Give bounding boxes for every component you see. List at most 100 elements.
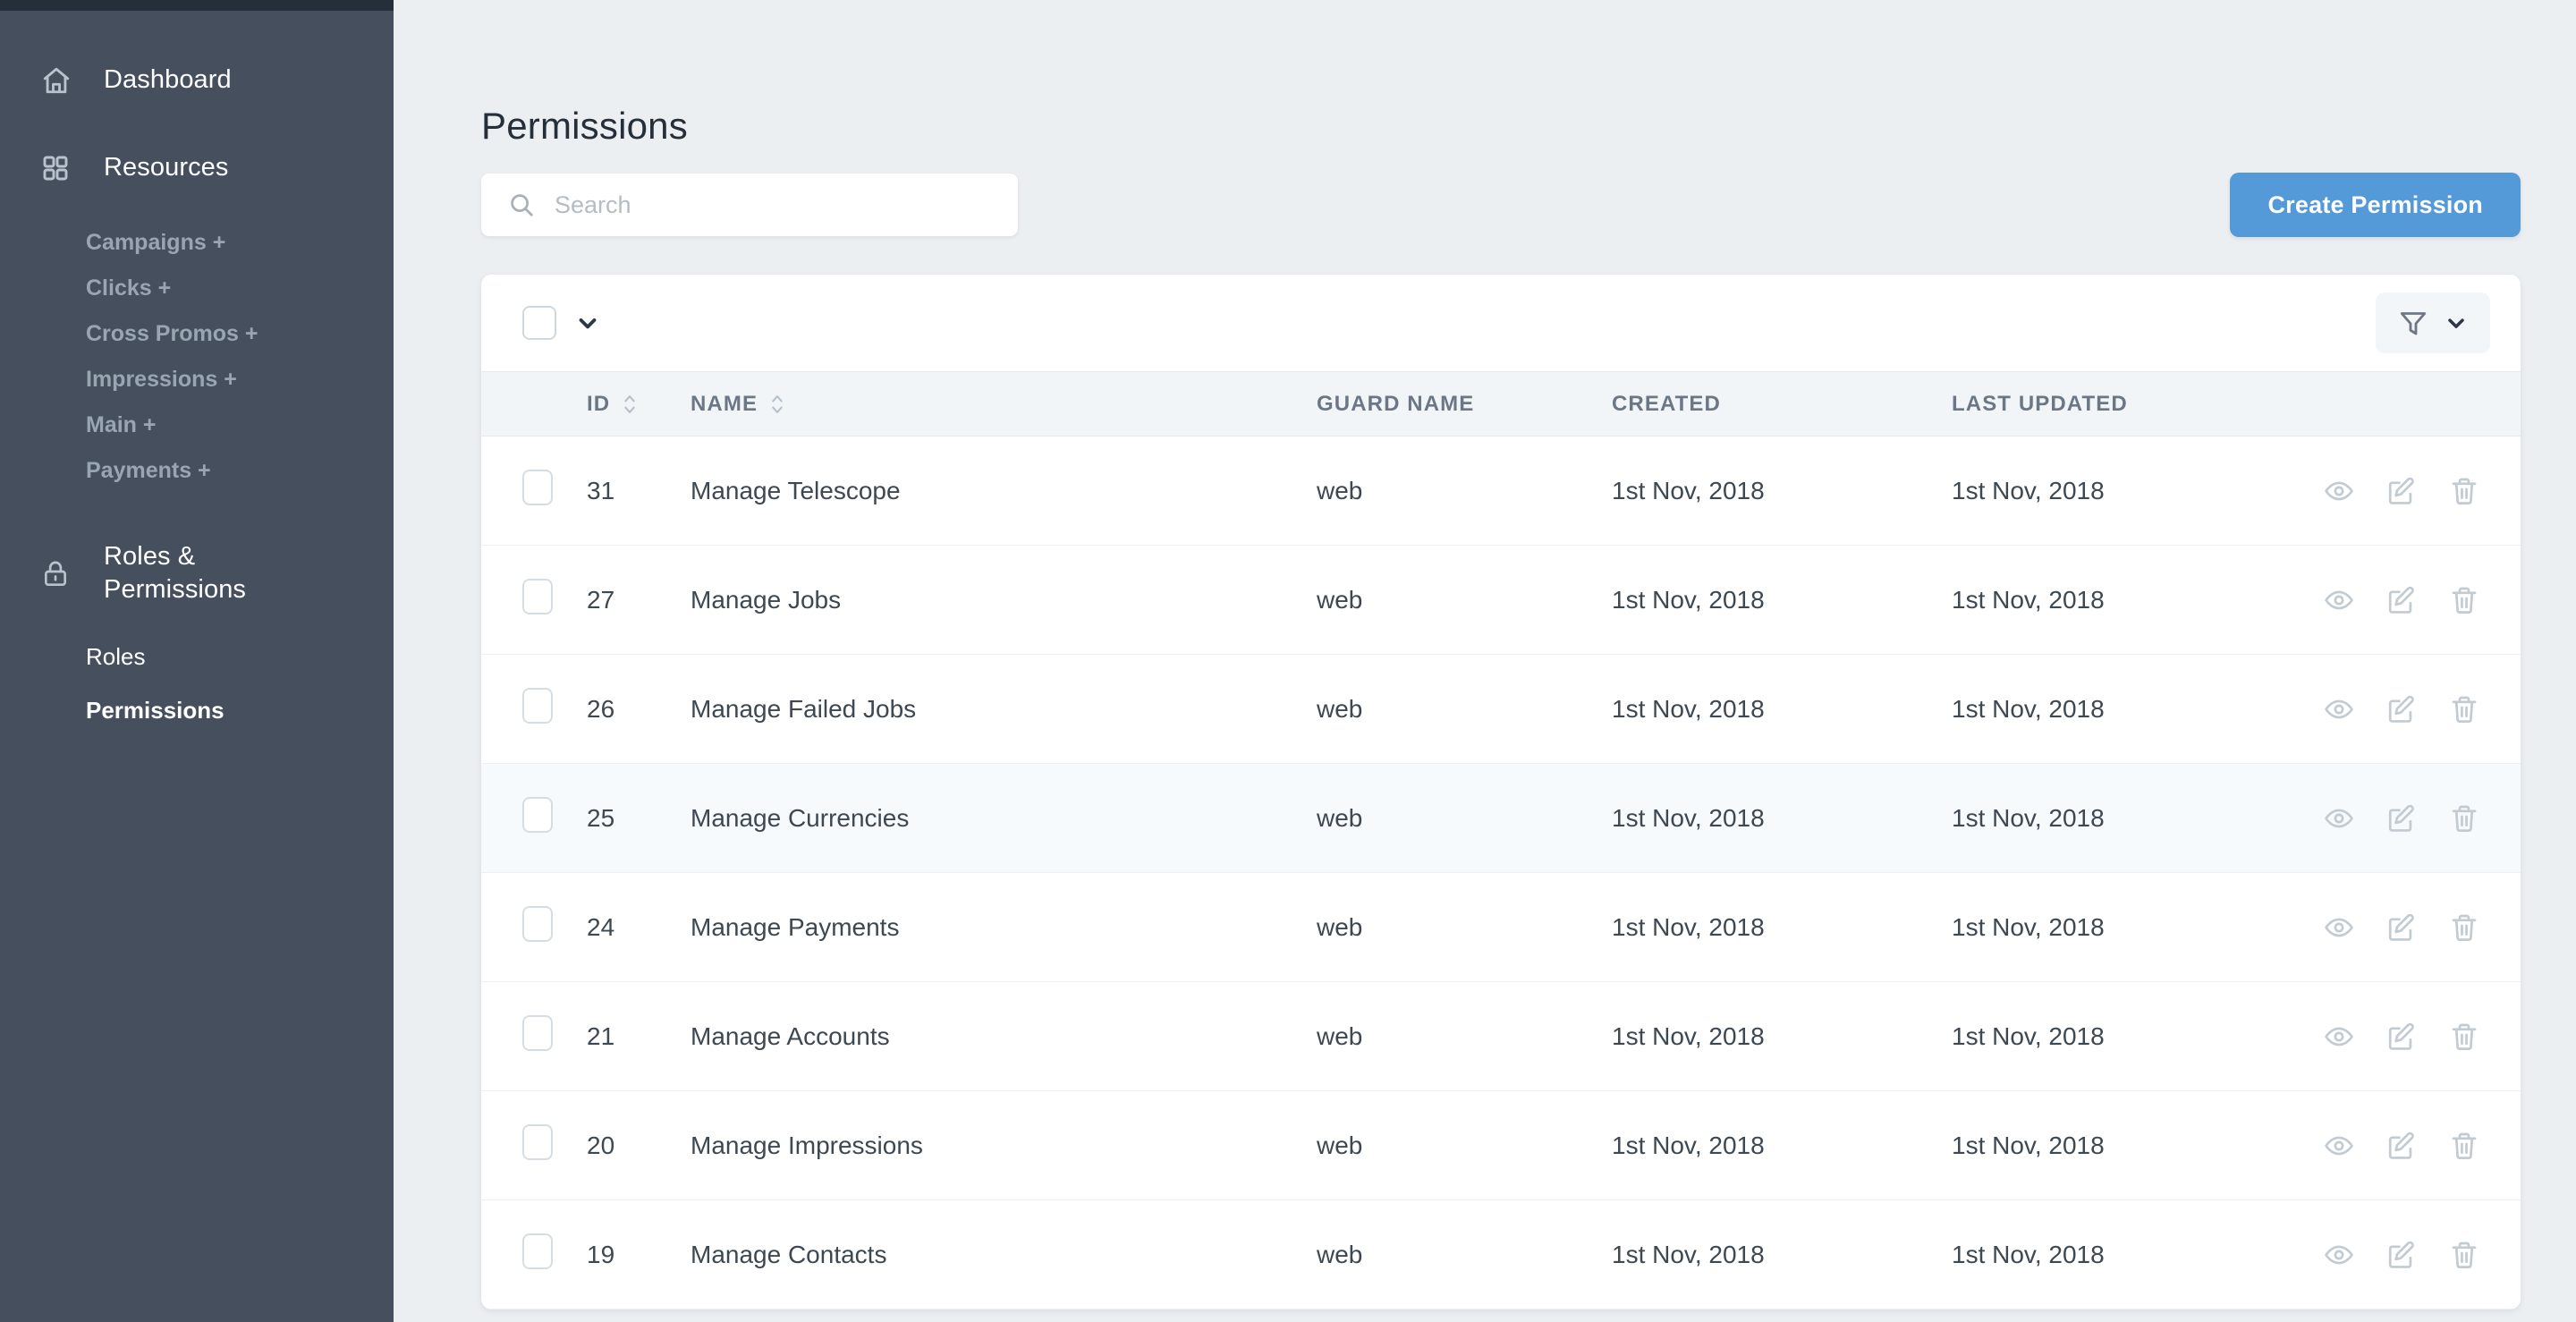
cell-id: 27	[587, 546, 691, 655]
table-header-row: ID NAME	[481, 372, 2521, 436]
delete-icon[interactable]	[2449, 1131, 2479, 1161]
sidebar-item-impressions[interactable]: Impressions +	[86, 357, 394, 403]
table-toolbar	[481, 275, 2521, 371]
cell-guard-name: web	[1317, 546, 1612, 655]
edit-icon[interactable]	[2386, 803, 2417, 834]
sidebar-item-roles-and-permissions[interactable]: Roles & Permissions	[0, 540, 394, 606]
delete-icon[interactable]	[2449, 912, 2479, 943]
row-checkbox-cell[interactable]	[481, 1091, 587, 1200]
row-checkbox[interactable]	[522, 906, 553, 942]
delete-icon[interactable]	[2449, 585, 2479, 615]
edit-icon[interactable]	[2386, 1131, 2417, 1161]
table-row[interactable]: 19Manage Contactsweb1st Nov, 20181st Nov…	[481, 1200, 2521, 1309]
column-header-id[interactable]: ID	[587, 372, 691, 436]
header-actions-cell	[2372, 372, 2521, 436]
sidebar-item-campaigns[interactable]: Campaigns +	[86, 220, 394, 266]
row-checkbox[interactable]	[522, 797, 553, 833]
cell-last-updated: 1st Nov, 2018	[1952, 982, 2372, 1091]
cell-id: 25	[587, 764, 691, 873]
cell-actions	[2372, 982, 2521, 1091]
permissions-table: ID NAME	[481, 371, 2521, 1309]
row-checkbox[interactable]	[522, 579, 553, 614]
row-checkbox[interactable]	[522, 688, 553, 724]
sidebar-item-permissions[interactable]: Permissions	[86, 683, 394, 737]
cell-last-updated: 1st Nov, 2018	[1952, 764, 2372, 873]
delete-icon[interactable]	[2449, 1021, 2479, 1052]
table-row[interactable]: 31Manage Telescopeweb1st Nov, 20181st No…	[481, 436, 2521, 546]
view-icon[interactable]	[2324, 1240, 2354, 1270]
row-checkbox-cell[interactable]	[481, 655, 587, 764]
cell-guard-name: web	[1317, 1091, 1612, 1200]
view-icon[interactable]	[2324, 912, 2354, 943]
row-checkbox-cell[interactable]	[481, 982, 587, 1091]
table-row[interactable]: 25Manage Currenciesweb1st Nov, 20181st N…	[481, 764, 2521, 873]
sidebar-item-main[interactable]: Main +	[86, 403, 394, 448]
sidebar-item-resources[interactable]: Resources	[0, 143, 394, 193]
row-checkbox[interactable]	[522, 1124, 553, 1160]
delete-icon[interactable]	[2449, 694, 2479, 725]
edit-icon[interactable]	[2386, 585, 2417, 615]
edit-icon[interactable]	[2386, 912, 2417, 943]
cell-guard-name: web	[1317, 1200, 1612, 1309]
edit-icon[interactable]	[2386, 1240, 2417, 1270]
view-icon[interactable]	[2324, 476, 2354, 506]
cell-name: Manage Accounts	[691, 982, 1317, 1091]
row-checkbox[interactable]	[522, 1233, 553, 1269]
table-row[interactable]: 20Manage Impressionsweb1st Nov, 20181st …	[481, 1091, 2521, 1200]
cell-id: 20	[587, 1091, 691, 1200]
table-row[interactable]: 24Manage Paymentsweb1st Nov, 20181st Nov…	[481, 873, 2521, 982]
view-icon[interactable]	[2324, 694, 2354, 725]
select-all-checkbox[interactable]	[522, 306, 556, 340]
sidebar-item-dashboard[interactable]: Dashboard	[0, 55, 394, 106]
row-checkbox[interactable]	[522, 470, 553, 505]
sidebar-item-roles[interactable]: Roles	[86, 630, 394, 683]
create-permission-button[interactable]: Create Permission	[2230, 173, 2521, 237]
filter-funnel-icon	[2397, 307, 2429, 339]
edit-icon[interactable]	[2386, 476, 2417, 506]
edit-icon[interactable]	[2386, 694, 2417, 725]
select-all-chevron-down-icon[interactable]	[574, 309, 601, 336]
sidebar-item-cross-promos[interactable]: Cross Promos +	[86, 311, 394, 357]
view-icon[interactable]	[2324, 1021, 2354, 1052]
cell-created: 1st Nov, 2018	[1612, 546, 1952, 655]
sort-icon[interactable]	[621, 393, 639, 416]
table-row[interactable]: 26Manage Failed Jobsweb1st Nov, 20181st …	[481, 655, 2521, 764]
row-checkbox-cell[interactable]	[481, 546, 587, 655]
search-icon	[508, 191, 535, 218]
view-icon[interactable]	[2324, 803, 2354, 834]
delete-icon[interactable]	[2449, 803, 2479, 834]
table-row[interactable]: 27Manage Jobsweb1st Nov, 20181st Nov, 20…	[481, 546, 2521, 655]
cell-last-updated: 1st Nov, 2018	[1952, 655, 2372, 764]
column-header-name[interactable]: NAME	[691, 372, 1317, 436]
row-checkbox-cell[interactable]	[481, 873, 587, 982]
cell-actions	[2372, 436, 2521, 546]
search-input[interactable]	[555, 178, 984, 232]
row-checkbox-cell[interactable]	[481, 1200, 587, 1309]
delete-icon[interactable]	[2449, 1240, 2479, 1270]
view-icon[interactable]	[2324, 585, 2354, 615]
cell-name: Manage Impressions	[691, 1091, 1317, 1200]
cell-name: Manage Telescope	[691, 436, 1317, 546]
sort-icon[interactable]	[768, 393, 786, 416]
sidebar-item-payments[interactable]: Payments +	[86, 448, 394, 494]
header-checkbox-cell	[481, 372, 587, 436]
cell-guard-name: web	[1317, 655, 1612, 764]
view-icon[interactable]	[2324, 1131, 2354, 1161]
column-header-guard-name: GUARD NAME	[1317, 372, 1612, 436]
edit-icon[interactable]	[2386, 1021, 2417, 1052]
search-box[interactable]	[481, 174, 1018, 236]
sidebar: Dashboard Resources Campaigns + Clicks +…	[0, 0, 394, 1322]
table-row[interactable]: 21Manage Accountsweb1st Nov, 20181st Nov…	[481, 982, 2521, 1091]
cell-created: 1st Nov, 2018	[1612, 655, 1952, 764]
cell-id: 26	[587, 655, 691, 764]
sidebar-item-clicks[interactable]: Clicks +	[86, 266, 394, 311]
row-checkbox-cell[interactable]	[481, 764, 587, 873]
app-root: Dashboard Resources Campaigns + Clicks +…	[0, 0, 2576, 1322]
row-checkbox-cell[interactable]	[481, 436, 587, 546]
filter-button[interactable]	[2376, 292, 2490, 353]
row-checkbox[interactable]	[522, 1015, 553, 1051]
cell-created: 1st Nov, 2018	[1612, 1091, 1952, 1200]
delete-icon[interactable]	[2449, 476, 2479, 506]
cell-created: 1st Nov, 2018	[1612, 982, 1952, 1091]
cell-last-updated: 1st Nov, 2018	[1952, 1200, 2372, 1309]
